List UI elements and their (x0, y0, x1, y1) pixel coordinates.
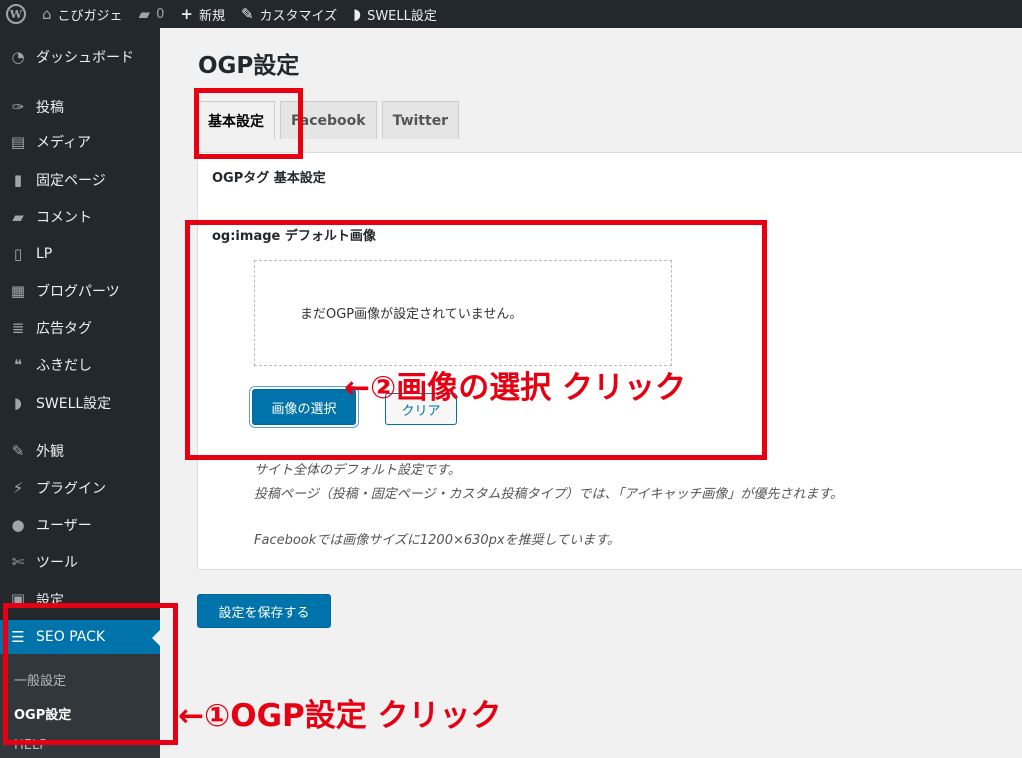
comment-bubble-icon: ▰ (138, 4, 151, 23)
sidebar-item-pages[interactable]: ▮ 固定ページ (0, 163, 160, 197)
sidebar-item-swell-settings[interactable]: ◗ SWELL設定 (0, 386, 160, 420)
save-settings-button[interactable]: 設定を保存する (197, 594, 331, 628)
sidebar-item-media[interactable]: ▤ メディア (0, 125, 160, 159)
sidebar-item-tools[interactable]: ✄ ツール (0, 545, 160, 579)
swell-settings-link[interactable]: ◗ SWELL設定 (345, 0, 445, 28)
tab-twitter[interactable]: Twitter (381, 101, 460, 139)
user-icon: ● (11, 516, 25, 534)
swell-icon: ◗ (353, 4, 362, 23)
sidebar-item-label: LP (36, 246, 53, 262)
sidebar-item-label: プラグイン (36, 481, 106, 497)
wp-logo-button[interactable]: W (0, 0, 34, 28)
media-icon: ▤ (10, 133, 26, 151)
swell-icon: ◗ (14, 394, 22, 412)
page-icon: ▮ (13, 171, 23, 189)
annotation-step1: ←①OGP設定 クリック (178, 698, 502, 734)
sidebar-item-blog-parts[interactable]: ▦ ブログパーツ (0, 274, 160, 308)
sidebar-item-label: コメント (36, 210, 92, 226)
highlight-basic-tab (194, 88, 303, 159)
highlight-seo-pack-menu (3, 603, 178, 745)
home-icon: ⌂ (42, 4, 52, 23)
wrench-icon: ✄ (11, 553, 25, 571)
stack-icon: ≣ (11, 319, 25, 337)
swell-label: SWELL設定 (367, 8, 437, 24)
new-content-link[interactable]: + 新規 (172, 0, 233, 28)
sidebar-item-lp[interactable]: ▯ LP (0, 237, 160, 271)
section-title: OGPタグ 基本設定 (212, 171, 326, 186)
description-line: 投稿ページ（投稿・固定ページ・カスタム投稿タイプ）では、「アイキャッチ画像」が優… (254, 487, 844, 502)
brush-icon: ✎ (11, 442, 25, 460)
dashboard-icon: ◔ (11, 48, 25, 66)
comment-count: 0 (156, 6, 165, 22)
pin-icon: ✑ (11, 98, 25, 116)
admin-bar: W ⌂ こびガジェ ▰ 0 + 新規 ✎ カスタマイズ ◗ SWELL設定 (0, 0, 1022, 28)
brush-icon: ✎ (240, 4, 254, 23)
sidebar-item-appearance[interactable]: ✎ 外観 (0, 434, 160, 468)
grid-icon: ▦ (10, 282, 26, 300)
description-line: Facebookでは画像サイズに1200×630pxを推奨しています。 (254, 533, 620, 548)
document-icon: ▯ (13, 245, 23, 263)
sidebar-item-label: ブログパーツ (36, 284, 120, 300)
sidebar-item-label: SWELL設定 (36, 396, 112, 412)
sidebar-item-label: 広告タグ (36, 321, 92, 337)
sidebar-item-label: メディア (36, 135, 92, 151)
sidebar-item-posts[interactable]: ✑ 投稿 (0, 90, 160, 124)
sidebar-item-plugins[interactable]: ⚡ プラグイン (0, 471, 160, 505)
sidebar-item-label: 固定ページ (36, 173, 106, 189)
new-label: 新規 (198, 8, 225, 24)
sidebar-item-label: ユーザー (36, 518, 92, 534)
site-name-link[interactable]: ⌂ こびガジェ (34, 0, 131, 28)
customize-label: カスタマイズ (259, 8, 338, 24)
wordpress-logo-icon: W (6, 4, 26, 24)
sidebar-item-label: 投稿 (36, 100, 64, 116)
page-title: OGP設定 (198, 53, 300, 79)
sidebar-item-dashboard[interactable]: ◔ ダッシュボード (0, 40, 160, 74)
sidebar-item-label: ふきだし (36, 358, 92, 374)
sidebar-item-label: 外観 (36, 444, 64, 460)
speech-bubble-icon: ❝ (13, 356, 23, 374)
sidebar-item-users[interactable]: ● ユーザー (0, 508, 160, 542)
description-line: サイト全体のデフォルト設定です。 (254, 463, 461, 478)
sidebar-item-label: ダッシュボード (36, 50, 134, 66)
sidebar-item-ad-tags[interactable]: ≣ 広告タグ (0, 311, 160, 345)
sidebar-item-label: ツール (36, 555, 78, 571)
site-name: こびガジェ (57, 8, 123, 24)
comments-link[interactable]: ▰ 0 (131, 0, 173, 28)
plus-icon: + (180, 4, 193, 23)
highlight-og-image-area (185, 220, 767, 460)
customize-link[interactable]: ✎ カスタマイズ (233, 0, 345, 28)
sidebar-item-speech-bubbles[interactable]: ❝ ふきだし (0, 348, 160, 382)
annotation-step2: ←②画像の選択 クリック (344, 370, 687, 406)
comment-icon: ▰ (12, 208, 24, 226)
plug-icon: ⚡ (12, 479, 24, 497)
sidebar-item-comments[interactable]: ▰ コメント (0, 200, 160, 234)
